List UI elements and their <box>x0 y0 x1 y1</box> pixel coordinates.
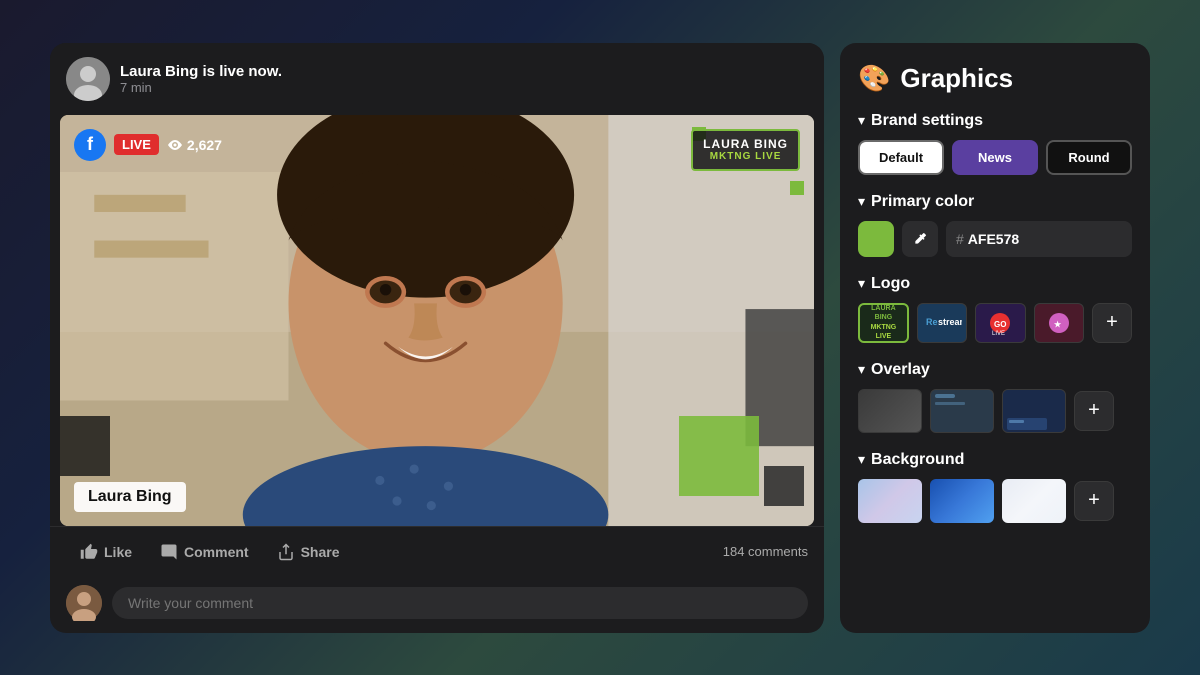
like-icon <box>80 543 98 561</box>
brand-chevron-icon: ▾ <box>858 112 865 129</box>
overlay-thumb-3[interactable] <box>1002 389 1066 433</box>
overlay-thumb-2[interactable] <box>930 389 994 433</box>
logo-row: LAURA BINGMKTNG LIVE Re stream GO LIVE <box>858 303 1132 343</box>
overlay-chevron-icon: ▾ <box>858 361 865 378</box>
comments-count: 184 comments <box>723 544 808 559</box>
hex-input-group: # AFE578 <box>946 221 1132 257</box>
overlay-section: ▾ Overlay <box>858 361 1132 433</box>
post-actions: Like Comment Share 184 comments <box>50 526 824 577</box>
brand-default-button[interactable]: Default <box>858 140 944 175</box>
post-author: Laura Bing is live now. <box>120 63 282 80</box>
main-container: Laura Bing is live now. 7 min <box>50 43 1150 633</box>
left-panel: Laura Bing is live now. 7 min <box>50 43 824 633</box>
logo-thumb-3[interactable]: GO LIVE <box>975 303 1025 343</box>
primary-color-content: # AFE578 <box>858 221 1132 257</box>
color-row: # AFE578 <box>858 221 1132 257</box>
logo-chevron-icon: ▾ <box>858 275 865 292</box>
add-logo-button[interactable]: + <box>1092 303 1132 343</box>
post-time: 7 min <box>120 80 282 95</box>
bg-row: + <box>858 479 1132 523</box>
graphics-title: Graphics <box>900 63 1013 94</box>
deco-dark-2 <box>764 466 804 506</box>
name-overlay: Laura Bing <box>74 482 186 512</box>
deco-square-2 <box>790 181 804 195</box>
add-overlay-button[interactable]: + <box>1074 391 1114 431</box>
background-content: + <box>858 479 1132 523</box>
logo-label: Logo <box>871 275 910 293</box>
bg-thumb-1[interactable] <box>858 479 922 523</box>
hex-hash: # <box>956 231 964 247</box>
brand-round-button[interactable]: Round <box>1046 140 1132 175</box>
logo-name-text: LAURA BING <box>703 137 788 151</box>
eyedropper-button[interactable] <box>902 221 938 257</box>
view-count: 2,627 <box>167 137 222 153</box>
svg-text:LIVE: LIVE <box>992 331 1005 337</box>
background-section: ▾ Background + <box>858 451 1132 523</box>
commenter-avatar <box>66 585 102 621</box>
background-header[interactable]: ▾ Background <box>858 451 1132 469</box>
brand-news-button[interactable]: News <box>952 140 1038 175</box>
share-button[interactable]: Share <box>263 537 354 567</box>
overlay-label: Overlay <box>871 361 930 379</box>
like-button[interactable]: Like <box>66 537 146 567</box>
eye-icon <box>167 137 183 153</box>
post-meta: Laura Bing is live now. 7 min <box>120 63 282 95</box>
svg-text:Re: Re <box>926 317 938 327</box>
hex-value[interactable]: AFE578 <box>968 231 1019 247</box>
background-label: Background <box>871 451 964 469</box>
bg-thumb-3[interactable] <box>1002 479 1066 523</box>
brand-settings-content: Default News Round <box>858 140 1132 175</box>
logo-thumb-2[interactable]: Re stream <box>917 303 967 343</box>
brand-settings-section: ▾ Brand settings Default News Round <box>858 112 1132 175</box>
overlay-header[interactable]: ▾ Overlay <box>858 361 1132 379</box>
overlay-thumb-1[interactable] <box>858 389 922 433</box>
graphics-header: 🎨 Graphics <box>858 63 1132 94</box>
svg-text:GO: GO <box>994 320 1006 329</box>
video-container: f LIVE 2,627 LAURA BING MKTNG LIVE <box>60 115 814 526</box>
right-panel: 🎨 Graphics ▾ Brand settings Default News… <box>840 43 1150 633</box>
comment-input-row <box>50 577 824 633</box>
add-background-button[interactable]: + <box>1074 481 1114 521</box>
deco-green-big <box>679 416 759 496</box>
logo-thumb-1[interactable]: LAURA BINGMKTNG LIVE <box>858 303 909 343</box>
facebook-icon: f <box>74 129 106 161</box>
bg-thumb-2[interactable] <box>930 479 994 523</box>
color-chevron-icon: ▾ <box>858 193 865 210</box>
bg-chevron-icon: ▾ <box>858 451 865 468</box>
avatar <box>66 57 110 101</box>
comment-button[interactable]: Comment <box>146 537 263 567</box>
svg-text:stream: stream <box>938 317 962 327</box>
logo-sub-text: MKTNG LIVE <box>703 151 788 163</box>
overlay-content: + <box>858 389 1132 433</box>
logo-overlay: LAURA BING MKTNG LIVE <box>691 129 800 171</box>
comment-icon <box>160 543 178 561</box>
share-icon <box>277 543 295 561</box>
primary-color-section: ▾ Primary color # AFE578 <box>858 193 1132 257</box>
brand-settings-header[interactable]: ▾ Brand settings <box>858 112 1132 130</box>
post-header: Laura Bing is live now. 7 min <box>50 43 824 115</box>
primary-color-label: Primary color <box>871 193 974 211</box>
palette-icon: 🎨 <box>858 63 890 94</box>
svg-text:★: ★ <box>1054 320 1062 329</box>
color-swatch[interactable] <box>858 221 894 257</box>
deco-dark-1 <box>60 416 110 476</box>
eyedropper-icon <box>912 231 928 247</box>
logo-section: ▾ Logo LAURA BINGMKTNG LIVE Re stream <box>858 275 1132 343</box>
comment-input[interactable] <box>112 587 808 619</box>
live-badge: LIVE <box>114 134 159 155</box>
logo-content: LAURA BINGMKTNG LIVE Re stream GO LIVE <box>858 303 1132 343</box>
logo-header[interactable]: ▾ Logo <box>858 275 1132 293</box>
brand-settings-label: Brand settings <box>871 112 983 130</box>
video-controls: f LIVE 2,627 <box>74 129 222 161</box>
brand-buttons: Default News Round <box>858 140 1132 175</box>
logo-thumb-4[interactable]: ★ <box>1034 303 1084 343</box>
overlay-row: + <box>858 389 1132 433</box>
primary-color-header[interactable]: ▾ Primary color <box>858 193 1132 211</box>
